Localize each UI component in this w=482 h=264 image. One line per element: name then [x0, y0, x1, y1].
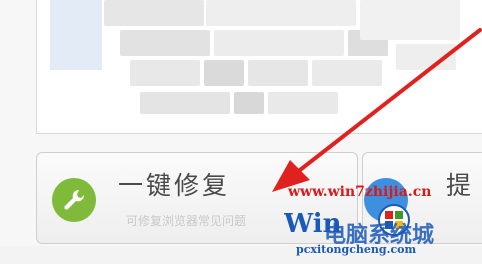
page-background: 一键修复 可修复浏览器常见问题 提 www.win7zhijia.cn Win …: [0, 0, 482, 264]
watermark-url: www.win7zhijia.cn: [288, 184, 432, 200]
watermark-site: pcxitongcheng.com: [296, 243, 417, 256]
